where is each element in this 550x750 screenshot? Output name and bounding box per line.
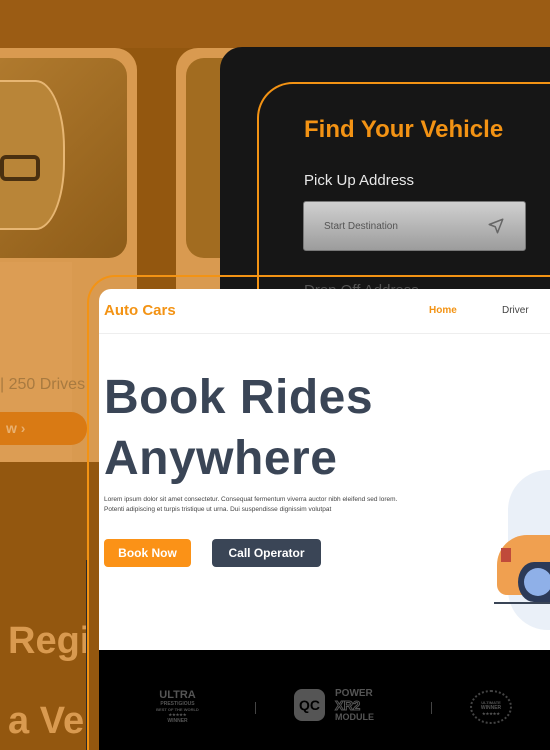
background-band [0,0,550,48]
nav-home[interactable]: Home [429,305,457,316]
car-wheel-icon [518,562,550,602]
ground-line [494,602,550,604]
call-operator-button[interactable]: Call Operator [212,539,321,567]
brand-logo[interactable]: Auto Cars [104,302,176,319]
background-heading-1: Regi [8,620,91,662]
view-driver-button[interactable]: w › [0,412,87,445]
background-heading-2: a Ve [8,700,85,742]
navigation-arrow-icon[interactable] [487,217,505,235]
headline-line-2: Anywhere [104,432,338,485]
headline-line-1: Book Rides [104,371,374,424]
find-vehicle-title: Find Your Vehicle [304,116,504,143]
logo-text: ULTRA [159,689,196,701]
nav-driver[interactable]: Driver [502,305,529,316]
logo-text: MODULE [335,712,374,722]
logo-text: XR2 [335,698,361,713]
pickup-placeholder: Start Destination [324,220,398,232]
nav-divider [99,333,550,334]
pickup-label: Pick Up Address [304,172,415,189]
driver-stats: | 250 Drives [0,376,86,393]
power-xr2-logo: POWER XR2 MODULE [335,688,395,722]
logo-text: ★★★★★ [482,711,500,716]
logo-text: WINNER [167,718,188,724]
ultra-prestigious-logo: ULTRA PRESTIGIOUS BEST OF THE WORLD ★★★★… [150,689,205,725]
logo-separator [431,702,432,714]
book-now-button[interactable]: Book Now [104,539,191,567]
logo-separator [255,702,256,714]
pickup-input[interactable]: Start Destination [303,201,526,251]
ultimate-winner-logo: ULTIMATE WINNER ★★★★★ [470,690,512,724]
glasses-image [0,155,40,181]
qc-badge-icon: QC [294,689,325,721]
car-taillight [501,548,511,562]
hero-description: Lorem ipsum dolor sit amet consectetur. … [104,496,398,513]
